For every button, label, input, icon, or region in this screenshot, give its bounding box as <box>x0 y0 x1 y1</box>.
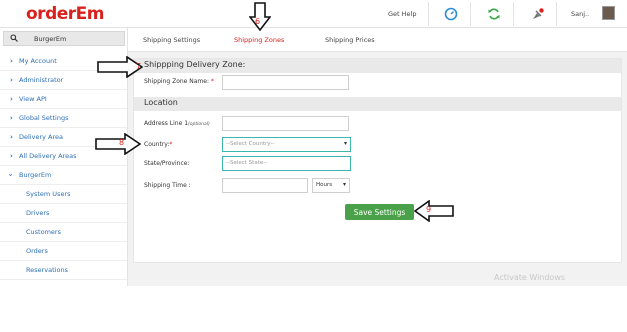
annotation-number: 9 <box>426 205 432 214</box>
sidebar-item-label: Delivery Area <box>19 133 64 141</box>
sidebar-item-label: Administrator <box>19 76 64 84</box>
zone-section-header: Shippping Delivery Zone: <box>134 59 621 73</box>
avatar[interactable] <box>602 6 615 20</box>
location-title: Location <box>144 98 178 107</box>
shipping-time-input[interactable] <box>222 178 308 193</box>
sidebar-subitem-label: Reservations <box>26 266 68 274</box>
state-label: State/Province: <box>144 160 190 167</box>
sidebar-subitem-label: System Users <box>26 190 71 198</box>
sidebar-subitem-reservations[interactable]: Reservations <box>0 261 127 280</box>
app-root: orderEm Get Help Sanj.. BurgerEm › My Ac… <box>0 0 627 332</box>
search-icon <box>10 34 18 42</box>
sidebar-subitem-drivers[interactable]: Drivers <box>0 204 127 223</box>
annotation-arrow-left <box>414 200 454 222</box>
country-select[interactable]: --Select Country-- ▾ <box>222 137 351 152</box>
shipping-zone-form <box>133 58 622 263</box>
chevron-down-icon: › <box>6 173 15 177</box>
header-divider <box>428 2 429 26</box>
sidebar-subitem-label: Orders <box>26 247 48 255</box>
header-divider <box>513 2 514 26</box>
chevron-right-icon: › <box>10 95 13 103</box>
sidebar-subitem-system-users[interactable]: System Users <box>0 185 127 204</box>
tab-shipping-zones[interactable]: Shipping Zones <box>234 36 284 44</box>
user-name[interactable]: Sanj.. <box>571 10 589 18</box>
save-settings-button[interactable]: Save Settings <box>345 204 414 220</box>
activate-windows-watermark: Activate Windows <box>494 273 566 282</box>
country-label: Country:* <box>144 141 173 148</box>
tab-bar: Shipping Settings Shipping Zones Shippin… <box>128 28 627 52</box>
sidebar-item-label: View API <box>19 95 47 103</box>
app-logo: orderEm <box>26 4 104 24</box>
zone-section-title: Shippping Delivery Zone: <box>144 60 246 69</box>
chevron-right-icon: › <box>10 133 13 141</box>
sidebar-item-label: BurgerEm <box>19 171 52 179</box>
annotation-number: 8 <box>119 138 125 147</box>
address-input[interactable] <box>222 116 349 131</box>
dropdown-caret-icon: ▾ <box>343 140 347 147</box>
annotation-arrow-right <box>95 133 141 155</box>
sidebar-item-label: Global Settings <box>19 114 69 122</box>
zone-name-label: Shipping Zone Name: * <box>144 78 214 85</box>
zone-name-input[interactable] <box>222 75 349 90</box>
tab-shipping-settings[interactable]: Shipping Settings <box>143 36 200 44</box>
sidebar-item-burgerem[interactable]: › BurgerEm <box>0 166 127 185</box>
sidebar-subitem-label: Customers <box>26 228 61 236</box>
chevron-right-icon: › <box>10 76 13 84</box>
sidebar-item-label: My Account <box>19 57 57 65</box>
sidebar-subitem-label: Drivers <box>26 209 50 217</box>
time-unit-select[interactable]: Hours ▾ <box>312 178 350 193</box>
sidebar-subitem-customers[interactable]: Customers <box>0 223 127 242</box>
dropdown-caret-icon: ▾ <box>342 181 346 188</box>
sidebar-subitem-orders[interactable]: Orders <box>0 242 127 261</box>
notification-icon[interactable] <box>531 7 545 21</box>
top-header: orderEm Get Help Sanj.. <box>0 0 627 28</box>
sidebar-item-global-settings[interactable]: › Global Settings <box>0 109 127 128</box>
restaurant-search[interactable]: BurgerEm <box>3 31 125 46</box>
chevron-right-icon: › <box>10 152 13 160</box>
annotation-number: 6 <box>255 17 261 26</box>
chevron-right-icon: › <box>10 57 13 65</box>
location-section-header: Location <box>134 97 621 111</box>
header-divider <box>556 2 557 26</box>
address-label: Address Line 1(optional) <box>144 120 210 127</box>
header-divider <box>470 2 471 26</box>
tab-shipping-prices[interactable]: Shipping Prices <box>325 36 375 44</box>
get-help-link[interactable]: Get Help <box>388 10 416 18</box>
annotation-number: 7 <box>136 62 142 71</box>
state-select[interactable]: --Select State-- <box>222 156 351 171</box>
shipping-time-label: Shipping Time : <box>144 182 191 189</box>
chevron-right-icon: › <box>10 114 13 122</box>
sidebar-item-view-api[interactable]: › View API <box>0 90 127 109</box>
refresh-icon[interactable] <box>487 7 501 21</box>
search-value: BurgerEm <box>34 35 67 43</box>
sidebar-item-label: All Delivery Areas <box>19 152 77 160</box>
dashboard-icon[interactable] <box>444 7 458 21</box>
